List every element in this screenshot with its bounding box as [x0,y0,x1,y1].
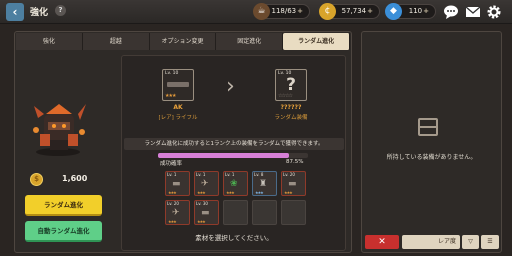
material-level: Lv. 8 [254,172,264,177]
evolution-cost: $ 1,600 [30,173,100,187]
sort-label: レア度 [437,238,456,245]
material-level: Lv. 1 [167,172,177,177]
weapon-icon: ✈ [201,179,209,189]
coin-plus-button[interactable]: + [367,7,373,15]
gem-icon: ◆ [385,3,402,20]
material-stars: ★★★ [284,190,293,195]
success-rate-bar [158,153,308,158]
back-button[interactable]: ‹ [6,3,24,21]
material-stars: ★★★ [197,219,206,224]
current-item-type: [レア] ライフル [158,115,198,121]
gem-value: 110 [408,7,423,15]
material-level: Lv. 1 [225,172,235,177]
stamina-plus-button[interactable]: + [297,7,303,15]
material-level: Lv. 1 [196,172,206,177]
success-rate-label: 成功確率 [160,161,183,167]
material-stars: ★★★ [255,190,264,195]
filter-icon[interactable]: ☰ [481,235,499,249]
arrow-right-icon: › [226,74,235,99]
tab-option-change[interactable]: オプション変更 [149,33,217,50]
material-stars: ★★★ [197,190,206,195]
result-item-type: ランダム装備 [274,115,308,121]
rifle-icon: ▬ [288,179,297,189]
coin-counter: ¢ 57,734+ [319,3,380,20]
success-rate-value: 87.5% [286,159,304,165]
tab-transcend[interactable]: 超越 [82,33,150,50]
material-level: Lv. 20 [167,201,179,206]
top-bar: ‹ 強化 ? ☕ 118/63+ ¢ 57,734+ ◆ 110+ [0,0,512,24]
chevron-down-icon[interactable]: ▽ [462,235,479,249]
question-mark-icon: ? [286,75,296,95]
inventory-panel [361,31,502,253]
weapon-icon: ✈ [172,208,180,218]
result-item-card: Lv. 10 ? ☆☆☆☆ [275,69,307,101]
coin-value: 57,734 [341,7,367,15]
chat-icon[interactable] [443,4,459,20]
empty-material-slot[interactable] [252,200,277,225]
chest-icon [418,118,438,136]
stamina-value: 118/63 [271,7,297,15]
tab-fixed-evolution[interactable]: 固定進化 [216,33,284,50]
item-stars: ☆☆☆☆ [278,93,293,99]
auto-random-evolve-button[interactable]: 自動ランダム進化 [25,221,102,242]
rifle-icon [167,82,189,87]
empty-material-slot[interactable] [223,200,248,225]
material-slot[interactable]: Lv. 30 ▬ ★★★ [194,200,219,225]
gem-counter: ◆ 110+ [385,3,436,20]
tab-bar: 強化 超越 オプション変更 固定進化 ランダム進化 [16,33,350,50]
empty-material-slot[interactable] [281,200,306,225]
coin-icon: $ [30,173,43,186]
mail-icon[interactable] [465,4,481,20]
material-stars: ★★★ [168,190,177,195]
material-slot[interactable]: Lv. 1 ✈ ★★★ [194,171,219,196]
screen-title: 強化 [30,8,49,18]
material-slot[interactable]: Lv. 8 ♜ ★★★ [252,171,277,196]
material-slot[interactable]: Lv. 1 ▬ ★★★ [165,171,190,196]
gem-plus-button[interactable]: + [423,7,429,15]
gear-icon[interactable] [486,4,502,20]
inventory-empty-message: 所持している装備がありません。 [386,154,477,161]
current-item-card[interactable]: Lv. 10 ★★★ [162,69,194,101]
select-material-prompt: 素材を選択してください。 [195,234,273,242]
tab-enhance[interactable]: 強化 [16,33,83,50]
cost-value: 1,600 [62,174,88,183]
material-stars: ★★★ [226,190,235,195]
armor-icon: ♜ [259,179,268,189]
item-stars: ★★★ [165,93,176,99]
character-portrait [28,100,90,158]
help-icon[interactable]: ? [55,5,66,16]
tab-random-evolution[interactable]: ランダム進化 [283,33,350,50]
rifle-icon: ▬ [201,208,210,218]
coffee-icon: ☕ [253,3,270,20]
material-level: Lv. 20 [283,172,295,177]
material-stars: ★★★ [168,219,177,224]
delete-button[interactable]: ✕ [365,235,399,249]
success-rate-fill [158,153,290,158]
current-item-name: AK [173,104,183,111]
material-level: Lv. 30 [196,201,208,206]
coin-icon: ¢ [319,3,336,20]
rifle-icon: ▬ [172,179,181,189]
item-level: Lv. 10 [165,71,179,76]
stamina-counter: ☕ 118/63+ [253,3,310,20]
material-slot[interactable]: Lv. 20 ▬ ★★★ [281,171,306,196]
evolution-description: ランダム進化に成功すると1ランク上の装備をランダムで獲得できます。 [124,138,344,150]
random-evolve-button[interactable]: ランダム進化 [25,195,102,216]
material-slot[interactable]: Lv. 20 ✈ ★★★ [165,200,190,225]
plant-icon: ❀ [230,179,238,189]
sort-dropdown[interactable]: レア度 [402,235,460,249]
result-item-name: ?????? [280,104,302,111]
material-slot[interactable]: Lv. 1 ❀ ★★★ [223,171,248,196]
